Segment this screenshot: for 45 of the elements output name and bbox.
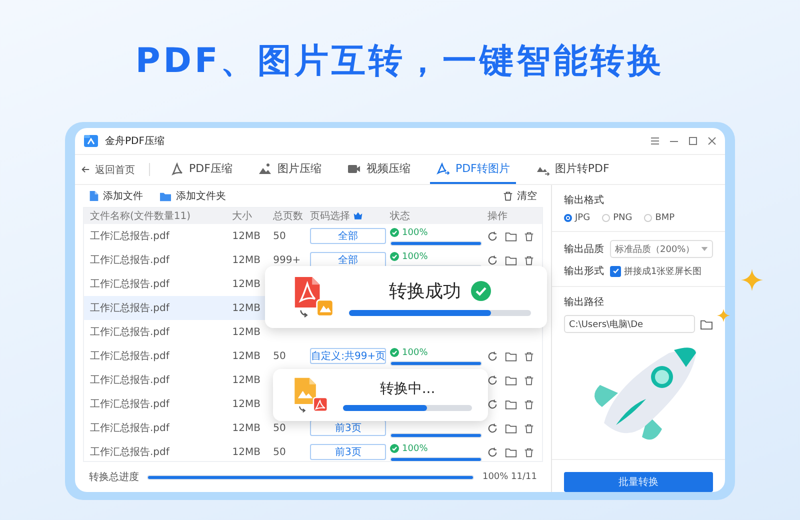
- file-size: 12MB: [232, 230, 260, 242]
- page-count: 50: [273, 446, 286, 458]
- status-text: 100%: [402, 348, 428, 358]
- file-name: 工作汇总报告.pdf: [90, 278, 170, 291]
- file-name: 工作汇总报告.pdf: [90, 446, 170, 459]
- format-label: 输出格式: [564, 194, 605, 207]
- file-name: 工作汇总报告.pdf: [90, 422, 170, 435]
- file-name: 工作汇总报告.pdf: [90, 230, 170, 243]
- file-name: 工作汇总报告.pdf: [90, 254, 170, 267]
- status-text: 100%: [402, 228, 428, 238]
- column-header: 大小: [232, 210, 252, 223]
- file-size: 12MB: [232, 422, 260, 434]
- page-count: 50: [273, 422, 286, 434]
- file-size: 12MB: [232, 326, 260, 338]
- toast-title: 转换中...: [380, 380, 436, 398]
- file-size: 12MB: [232, 374, 260, 386]
- file-size: 12MB: [232, 350, 260, 362]
- file-size: 12MB: [232, 254, 260, 266]
- progress-label: 转换总进度: [89, 470, 139, 484]
- page-count: 999+: [273, 254, 301, 266]
- file-name: 工作汇总报告.pdf: [90, 398, 170, 411]
- headline: PDF、图片互转，一键智能转换: [135, 40, 665, 83]
- path-label: 输出路径: [564, 296, 605, 309]
- file-size: 12MB: [232, 398, 260, 410]
- column-header: 操作: [487, 210, 508, 223]
- status-text: 100%: [402, 252, 428, 262]
- file-name: 工作汇总报告.pdf: [90, 302, 170, 315]
- file-name: 工作汇总报告.pdf: [90, 326, 170, 339]
- progress-reading: 100% 11/11: [482, 472, 537, 482]
- column-header: 状态: [390, 210, 410, 223]
- window-title: 金舟PDF压缩: [105, 134, 164, 148]
- column-header: 总页数: [273, 210, 304, 223]
- status-text: 100%: [402, 444, 428, 454]
- page-count: 50: [273, 350, 286, 362]
- quality-label: 输出品质: [564, 242, 604, 256]
- file-size: 12MB: [232, 302, 260, 314]
- mode-label: 输出形式: [564, 264, 604, 278]
- file-size: 12MB: [232, 446, 260, 458]
- column-header: 页码选择: [310, 210, 350, 223]
- toast-title: 转换成功: [389, 280, 461, 302]
- file-name: 工作汇总报告.pdf: [90, 374, 170, 387]
- file-size: 12MB: [232, 278, 260, 290]
- column-header: 文件名称(文件数量11): [90, 210, 191, 223]
- file-name: 工作汇总报告.pdf: [90, 350, 170, 363]
- page-count: 50: [273, 230, 286, 242]
